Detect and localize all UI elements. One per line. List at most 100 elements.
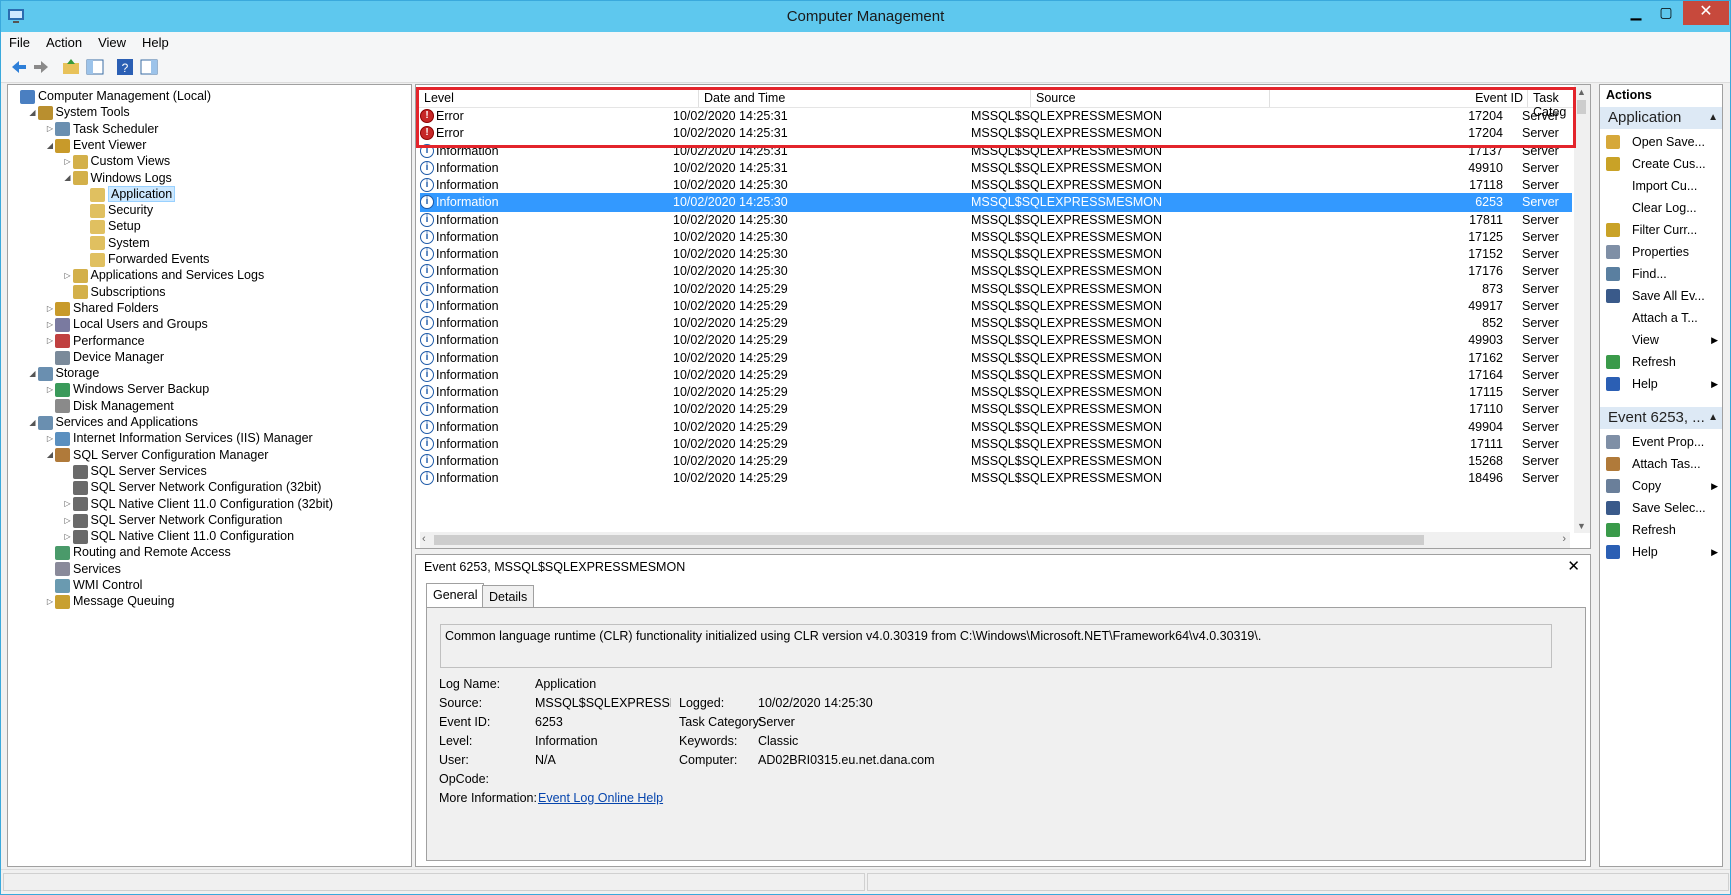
tree-node-device-manager[interactable]: Device Manager — [45, 348, 164, 366]
close-button[interactable]: ✕ — [1683, 1, 1729, 25]
action-save-selec[interactable]: Save Selec... — [1600, 497, 1722, 519]
tree-node-disk-management[interactable]: Disk Management — [45, 397, 174, 415]
event-row[interactable]: i Information 10/02/2020 14:25:29 MSSQL$SQL… — [420, 383, 1572, 402]
event-row[interactable]: i Information 10/02/2020 14:25:30 MSSQL$SQL… — [420, 262, 1572, 281]
event-row[interactable]: i Information 10/02/2020 14:25:30 MSSQL$SQL… — [420, 211, 1572, 230]
action-import-cu[interactable]: Import Cu... — [1600, 175, 1722, 197]
event-row[interactable]: i Information 10/02/2020 14:25:29 MSSQL$SQL… — [420, 400, 1572, 419]
action-attach-tas[interactable]: Attach Tas... — [1600, 453, 1722, 475]
action-open-save[interactable]: Open Save... — [1600, 131, 1722, 153]
action-attach-a-t[interactable]: Attach a T... — [1600, 307, 1722, 329]
scroll-thumb[interactable] — [1577, 100, 1586, 114]
action-help[interactable]: Help ▶ — [1600, 373, 1722, 395]
back-arrow-icon[interactable] — [9, 57, 29, 77]
action-find[interactable]: Find... — [1600, 263, 1722, 285]
action-filter-curr[interactable]: Filter Curr... — [1600, 219, 1722, 241]
menu-help[interactable]: Help — [134, 32, 177, 53]
tree-node-wmi-control[interactable]: WMI Control — [45, 576, 142, 594]
tree-node-sql-server-network-configuration-32bit[interactable]: SQL Server Network Configuration (32bit) — [63, 478, 321, 496]
tree-node-applications-and-services-logs[interactable]: ▷ Applications and Services Logs — [63, 266, 264, 284]
scroll-right-icon[interactable]: › — [1562, 533, 1566, 545]
tree-node-application[interactable]: Application — [80, 185, 176, 203]
tree-node-custom-views[interactable]: ▷ Custom Views — [63, 152, 170, 170]
collapse-arrow-icon[interactable]: ◢ — [28, 365, 38, 383]
tree-node-event-viewer[interactable]: ◢ Event Viewer — [45, 136, 146, 154]
actions-section-application[interactable]: Application ▲ — [1600, 107, 1722, 129]
tree-node-setup[interactable]: Setup — [80, 217, 141, 235]
event-row[interactable]: i Information 10/02/2020 14:25:29 MSSQL$SQL… — [420, 349, 1572, 368]
tree-node-sql-native-client-11-0-configuration[interactable]: ▷ SQL Native Client 11.0 Configuration — [63, 527, 294, 545]
event-row[interactable]: i Information 10/02/2020 14:25:29 MSSQL$SQL… — [420, 366, 1572, 385]
action-clear-log[interactable]: Clear Log... — [1600, 197, 1722, 219]
action-properties[interactable]: Properties — [1600, 241, 1722, 263]
up-folder-icon[interactable] — [61, 57, 81, 77]
expand-arrow-icon[interactable]: ▷ — [45, 593, 55, 611]
action-save-all-ev[interactable]: Save All Ev... — [1600, 285, 1722, 307]
tree-node-sql-server-network-configuration[interactable]: ▷ SQL Server Network Configuration — [63, 511, 282, 529]
tree-node-message-queuing[interactable]: ▷ Message Queuing — [45, 592, 174, 610]
scroll-left-icon[interactable]: ‹ — [422, 533, 426, 545]
tree-node-performance[interactable]: ▷ Performance — [45, 332, 145, 350]
collapse-section-icon[interactable]: ▲ — [1708, 107, 1718, 129]
tree-node-system-tools[interactable]: ◢ System Tools — [28, 103, 130, 121]
vertical-scrollbar[interactable]: ▲ ▼ — [1574, 85, 1590, 533]
tree-node-storage[interactable]: ◢ Storage — [28, 364, 99, 383]
action-copy[interactable]: Copy ▶ — [1600, 475, 1722, 497]
event-row[interactable]: i Information 10/02/2020 14:25:29 MSSQL$SQL… — [420, 280, 1572, 299]
event-row[interactable]: i Information 10/02/2020 14:25:29 MSSQL$SQL… — [420, 435, 1572, 454]
tree-node-windows-server-backup[interactable]: ▷ Windows Server Backup — [45, 380, 209, 398]
event-log-online-help-link[interactable]: Event Log Online Help — [538, 791, 663, 805]
event-row[interactable]: i Information 10/02/2020 14:25:29 MSSQL$SQL… — [420, 331, 1572, 350]
event-row[interactable]: i Information 10/02/2020 14:25:30 MSSQL$SQL… — [420, 193, 1572, 213]
event-row[interactable]: i Information 10/02/2020 14:25:29 MSSQL$SQL… — [420, 418, 1572, 437]
collapse-arrow-icon[interactable]: ◢ — [45, 137, 55, 155]
tree-node-task-scheduler[interactable]: ▷ Task Scheduler — [45, 120, 158, 138]
show-hide-console-tree-icon[interactable] — [85, 57, 105, 77]
tree-node-sql-native-client-11-0-configuration-32bit[interactable]: ▷ SQL Native Client 11.0 Configuration (3… — [63, 495, 333, 513]
title-bar[interactable]: Computer Management ▁ ▢ ✕ — [1, 1, 1730, 32]
tab-general[interactable]: General — [426, 583, 485, 609]
collapse-section-icon[interactable]: ▲ — [1708, 407, 1718, 429]
collapse-arrow-icon[interactable]: ◢ — [45, 446, 55, 464]
tree-node-sql-server-configuration-manager[interactable]: ◢ SQL Server Configuration Manager — [45, 446, 268, 464]
collapse-arrow-icon[interactable]: ◢ — [28, 104, 38, 122]
tree-node-services[interactable]: Services — [45, 560, 121, 578]
action-refresh[interactable]: Refresh — [1600, 351, 1722, 373]
detail-close-icon[interactable]: ✕ — [1567, 557, 1580, 575]
event-description[interactable]: Common language runtime (CLR) functional… — [440, 624, 1552, 668]
tree-node-computer-management-local[interactable]: Computer Management (Local) — [10, 87, 211, 105]
action-help[interactable]: Help ▶ — [1600, 541, 1722, 563]
minimize-button[interactable]: ▁ — [1623, 1, 1649, 25]
tree-node-services-and-applications[interactable]: ◢ Services and Applications — [28, 413, 198, 431]
tab-details[interactable]: Details — [482, 585, 535, 608]
collapse-arrow-icon[interactable]: ◢ — [28, 414, 38, 432]
horizontal-scroll-thumb[interactable] — [434, 535, 1424, 545]
event-row[interactable]: i Information 10/02/2020 14:25:30 MSSQL$SQL… — [420, 245, 1572, 264]
action-create-cus[interactable]: Create Cus... — [1600, 153, 1722, 175]
forward-arrow-icon[interactable] — [31, 57, 51, 77]
scroll-down-icon[interactable]: ▼ — [1577, 521, 1586, 531]
tree-node-windows-logs[interactable]: ◢ Windows Logs — [63, 169, 172, 187]
show-hide-action-pane-icon[interactable] — [139, 57, 159, 77]
event-row[interactable]: i Information 10/02/2020 14:25:29 MSSQL$SQL… — [420, 469, 1572, 488]
tree-node-system[interactable]: System — [80, 234, 150, 252]
action-refresh[interactable]: Refresh — [1600, 519, 1722, 541]
action-view[interactable]: View ▶ — [1600, 329, 1722, 351]
event-row[interactable]: i Information 10/02/2020 14:25:30 MSSQL$SQL… — [420, 228, 1572, 247]
actions-section-event[interactable]: Event 6253, ... ▲ — [1600, 407, 1722, 429]
menu-view[interactable]: View — [90, 32, 134, 53]
tree-node-routing-and-remote-access[interactable]: Routing and Remote Access — [45, 543, 231, 561]
action-event-prop[interactable]: Event Prop... — [1600, 431, 1722, 453]
scroll-up-icon[interactable]: ▲ — [1577, 87, 1586, 97]
help-icon[interactable]: ? — [115, 57, 135, 77]
event-row[interactable]: i Information 10/02/2020 14:25:30 MSSQL$SQL… — [420, 176, 1572, 195]
tree-node-forwarded-events[interactable]: Forwarded Events — [80, 250, 209, 268]
tree-node-internet-information-services-iis-manager[interactable]: ▷ Internet Information Services (IIS) Man… — [45, 429, 313, 447]
tree-node-subscriptions[interactable]: Subscriptions — [63, 283, 166, 301]
event-row[interactable]: i Information 10/02/2020 14:25:29 MSSQL$SQL… — [420, 452, 1572, 471]
tree-node-local-users-and-groups[interactable]: ▷ Local Users and Groups — [45, 315, 208, 333]
collapse-arrow-icon[interactable]: ◢ — [63, 169, 73, 187]
maximize-button[interactable]: ▢ — [1653, 1, 1679, 25]
tree-node-shared-folders[interactable]: ▷ Shared Folders — [45, 299, 158, 317]
tree-node-security[interactable]: Security — [80, 201, 153, 219]
